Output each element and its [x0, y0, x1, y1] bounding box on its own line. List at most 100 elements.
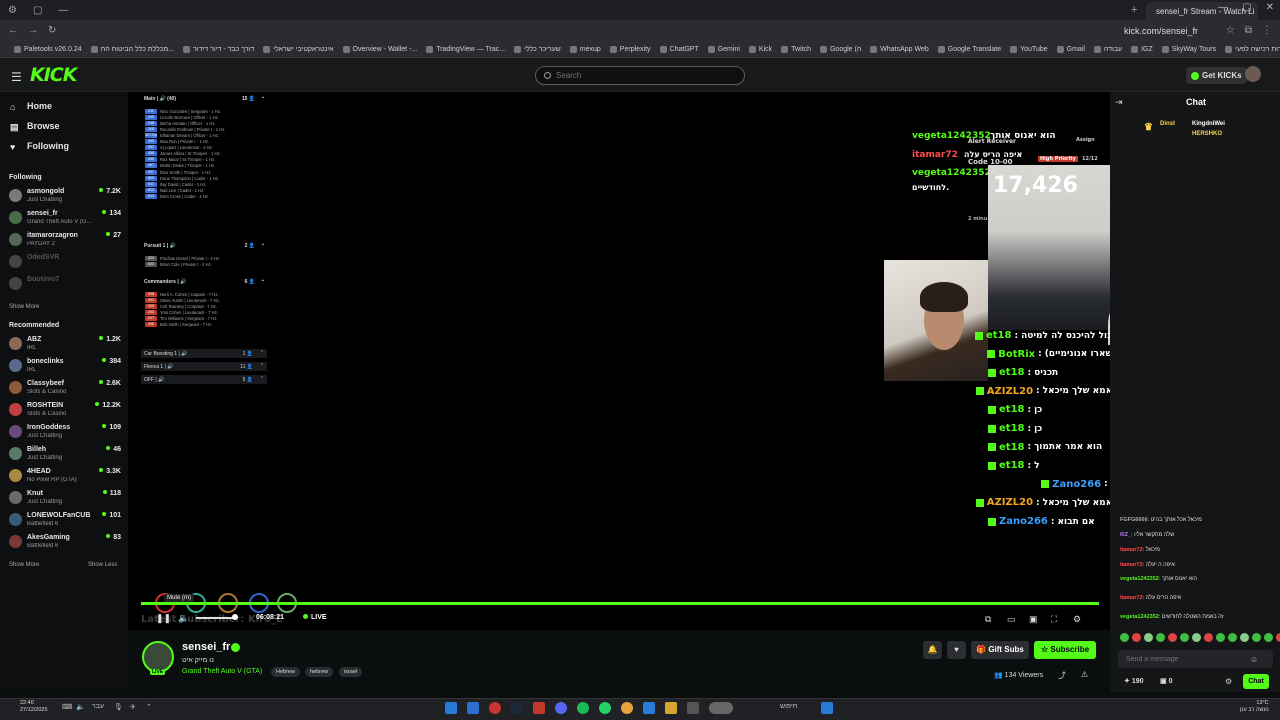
search-input[interactable] [556, 71, 736, 80]
emote-icon[interactable] [1168, 633, 1177, 642]
show-more-following[interactable]: Show More [9, 304, 39, 310]
chat-username[interactable]: itamar72 [1120, 547, 1143, 553]
chat-settings-icon[interactable]: ⚙ [1225, 677, 1232, 686]
taskbar-app-2-icon[interactable] [467, 702, 479, 714]
get-kicks-button[interactable]: Get KICKs [1186, 67, 1247, 84]
pip-icon[interactable]: ▣ [1029, 614, 1038, 625]
bookmark-item[interactable]: Perplexity [609, 46, 651, 53]
emote-icon[interactable] [1156, 633, 1165, 642]
tray-expand-icon[interactable]: ⌃ [146, 703, 152, 711]
tag-hebrew[interactable]: Hebrew [271, 667, 300, 677]
sidebar-channel[interactable]: AkesGaming Battlefield 6 83 [9, 533, 121, 553]
telegram-icon[interactable]: ✈ [130, 703, 136, 711]
taskbar-app-5-icon[interactable] [533, 702, 545, 714]
sidebar-channel[interactable]: Knut Just Chatting 118 [9, 489, 121, 509]
back-icon[interactable]: ← [8, 25, 18, 36]
bookmark-item[interactable]: מכללת כלל הביטוח הח... [90, 46, 174, 53]
sidebar-channel[interactable]: ROSHTEIN Slots & Casino 12.2K [9, 401, 121, 421]
bookmark-item[interactable]: Paletools v26.0.24 [14, 46, 82, 53]
chat-message[interactable]: I0Z_: שלה מתקשר אליו [1120, 532, 1174, 538]
chat-message[interactable]: vegeta1242352: הוא יאנוס אותך [1120, 576, 1197, 582]
sidebar-channel[interactable]: IronGoddess Just Chatting 109 [9, 423, 121, 443]
pause-icon[interactable]: ❚❚ [156, 613, 171, 624]
report-icon[interactable]: ⚠ [1081, 670, 1088, 679]
search-box[interactable] [535, 66, 745, 85]
hamburger-menu-icon[interactable]: ☰ [11, 70, 22, 84]
star-icon[interactable]: ☆ [1226, 25, 1235, 36]
subscribe-button[interactable]: ☆ Subscribe [1034, 641, 1096, 659]
show-more-recommended[interactable]: Show More [9, 562, 39, 568]
emote-icon[interactable] [1132, 633, 1141, 642]
bookmark-item[interactable]: SkyWay Tours [1161, 46, 1216, 53]
settings-gear-icon[interactable]: ⚙ [1073, 614, 1081, 625]
taskbar-app-12-icon[interactable] [687, 702, 699, 714]
tray-icon-1[interactable]: ⌨ [62, 703, 72, 711]
chat-username[interactable]: vegeta1242352 [1120, 614, 1159, 620]
chat-message[interactable]: itamar72: איפה ה יעלה [1120, 562, 1175, 568]
tag-hebrew-lower[interactable]: hebrew [305, 667, 334, 677]
sidebar-channel[interactable]: 4HEAD No Pixel RP (GTA) 3.3K [9, 467, 121, 487]
channel-points[interactable]: ✦ 190 [1124, 677, 1144, 685]
bookmark-item[interactable]: ChatGPT [659, 46, 699, 53]
stream-category[interactable]: Grand Theft Auto V (GTA) [182, 668, 262, 675]
language-indicator[interactable]: עבר [92, 703, 104, 710]
volume-slider[interactable] [196, 617, 236, 619]
emote-icon[interactable] [1180, 633, 1189, 642]
emote-icon[interactable] [1216, 633, 1225, 642]
emote-bar[interactable] [1120, 633, 1280, 642]
taskbar-app-3-icon[interactable] [489, 702, 501, 714]
sidebar-channel[interactable]: asmongold Just Chatting 7.2K [9, 187, 121, 207]
taskbar-app-10-icon[interactable] [643, 702, 655, 714]
bookmark-item[interactable]: שעריכר כללי [514, 46, 561, 53]
sidebar-channel[interactable]: itamarorzagron PAYDAY 2 27 [9, 231, 121, 251]
clip-icon[interactable]: ⧉ [985, 614, 991, 625]
live-progress-bar[interactable] [141, 602, 1099, 605]
bookmark-item[interactable]: mexup [569, 46, 601, 53]
minimize-icon[interactable]: — [1218, 2, 1228, 13]
emote-icon[interactable] [1204, 633, 1213, 642]
minimize-sidebar-icon[interactable]: — [58, 5, 68, 16]
whatsapp-icon[interactable] [599, 702, 611, 714]
menu-dots-icon[interactable]: ⋮ [1262, 25, 1272, 36]
chat-input[interactable] [1126, 655, 1236, 663]
send-chat-button[interactable]: Chat [1243, 674, 1269, 689]
emote-picker-icon[interactable]: ☺ [1250, 655, 1258, 664]
forward-icon[interactable]: → [28, 25, 38, 36]
emote-icon[interactable] [1144, 633, 1153, 642]
sidebar-channel[interactable]: boneclinks IRL 384 [9, 357, 121, 377]
bookmark-item[interactable]: Gmail [1056, 46, 1085, 53]
speaker-icon[interactable]: 🔈 [76, 703, 85, 711]
volume-icon[interactable]: 🔈 [178, 613, 189, 624]
bookmark-item[interactable]: Kick [748, 46, 772, 53]
window-menu-icon[interactable]: ⚙ [8, 5, 17, 16]
close-window-icon[interactable]: ✕ [1266, 2, 1274, 13]
emote-icon[interactable] [1240, 633, 1249, 642]
steam-icon[interactable] [511, 702, 523, 714]
chat-input-box[interactable]: ☺ [1118, 650, 1273, 668]
nav-browse[interactable]: ▤ Browse [10, 121, 60, 132]
reload-icon[interactable]: ↻ [48, 25, 56, 36]
collapse-chat-icon[interactable]: ⇥ [1115, 97, 1123, 108]
sidebar-channel[interactable]: ABZ IRL 1.2K [9, 335, 121, 355]
sidebar-channel[interactable]: sensei_fr Grand Theft Auto V (G... 134 [9, 209, 121, 229]
chat-username[interactable]: vegeta1242352 [1120, 576, 1159, 582]
volume-handle[interactable] [232, 614, 238, 620]
bookmark-item[interactable]: Google (ה [819, 46, 861, 53]
chat-message[interactable]: itamar72: איפה הריס עלה [1120, 595, 1181, 601]
sidebar-channel[interactable]: OdedSVR [9, 253, 121, 273]
chat-username[interactable]: FGFG6666 [1120, 517, 1148, 523]
chat-message[interactable]: FGFG6666: מיכאל אכל אותך בהיט [1120, 517, 1202, 523]
follow-button[interactable]: ♥ [947, 641, 966, 659]
bookmark-item[interactable]: Gemini [707, 46, 740, 53]
chat-top-user[interactable]: HERSHKO [1192, 131, 1222, 137]
tag-israel[interactable]: israel [339, 667, 363, 677]
theater-mode-icon[interactable]: ▭ [1007, 614, 1016, 625]
bookmark-item[interactable]: TradingView — Trac... [426, 46, 505, 53]
start-menu-icon[interactable] [821, 702, 833, 714]
fullscreen-icon[interactable]: ⛶ [1051, 614, 1057, 625]
bookmark-item[interactable]: אינטראקטיבי ישראלי [263, 46, 334, 53]
kicks-balance[interactable]: ▣ 0 [1160, 677, 1172, 685]
chat-message[interactable]: vegeta1242352: זה באמת השטלה לחודשים [1120, 614, 1223, 620]
bookmark-item[interactable]: מחירות רכישה לפעי... [1225, 46, 1280, 53]
emote-icon[interactable] [1228, 633, 1237, 642]
